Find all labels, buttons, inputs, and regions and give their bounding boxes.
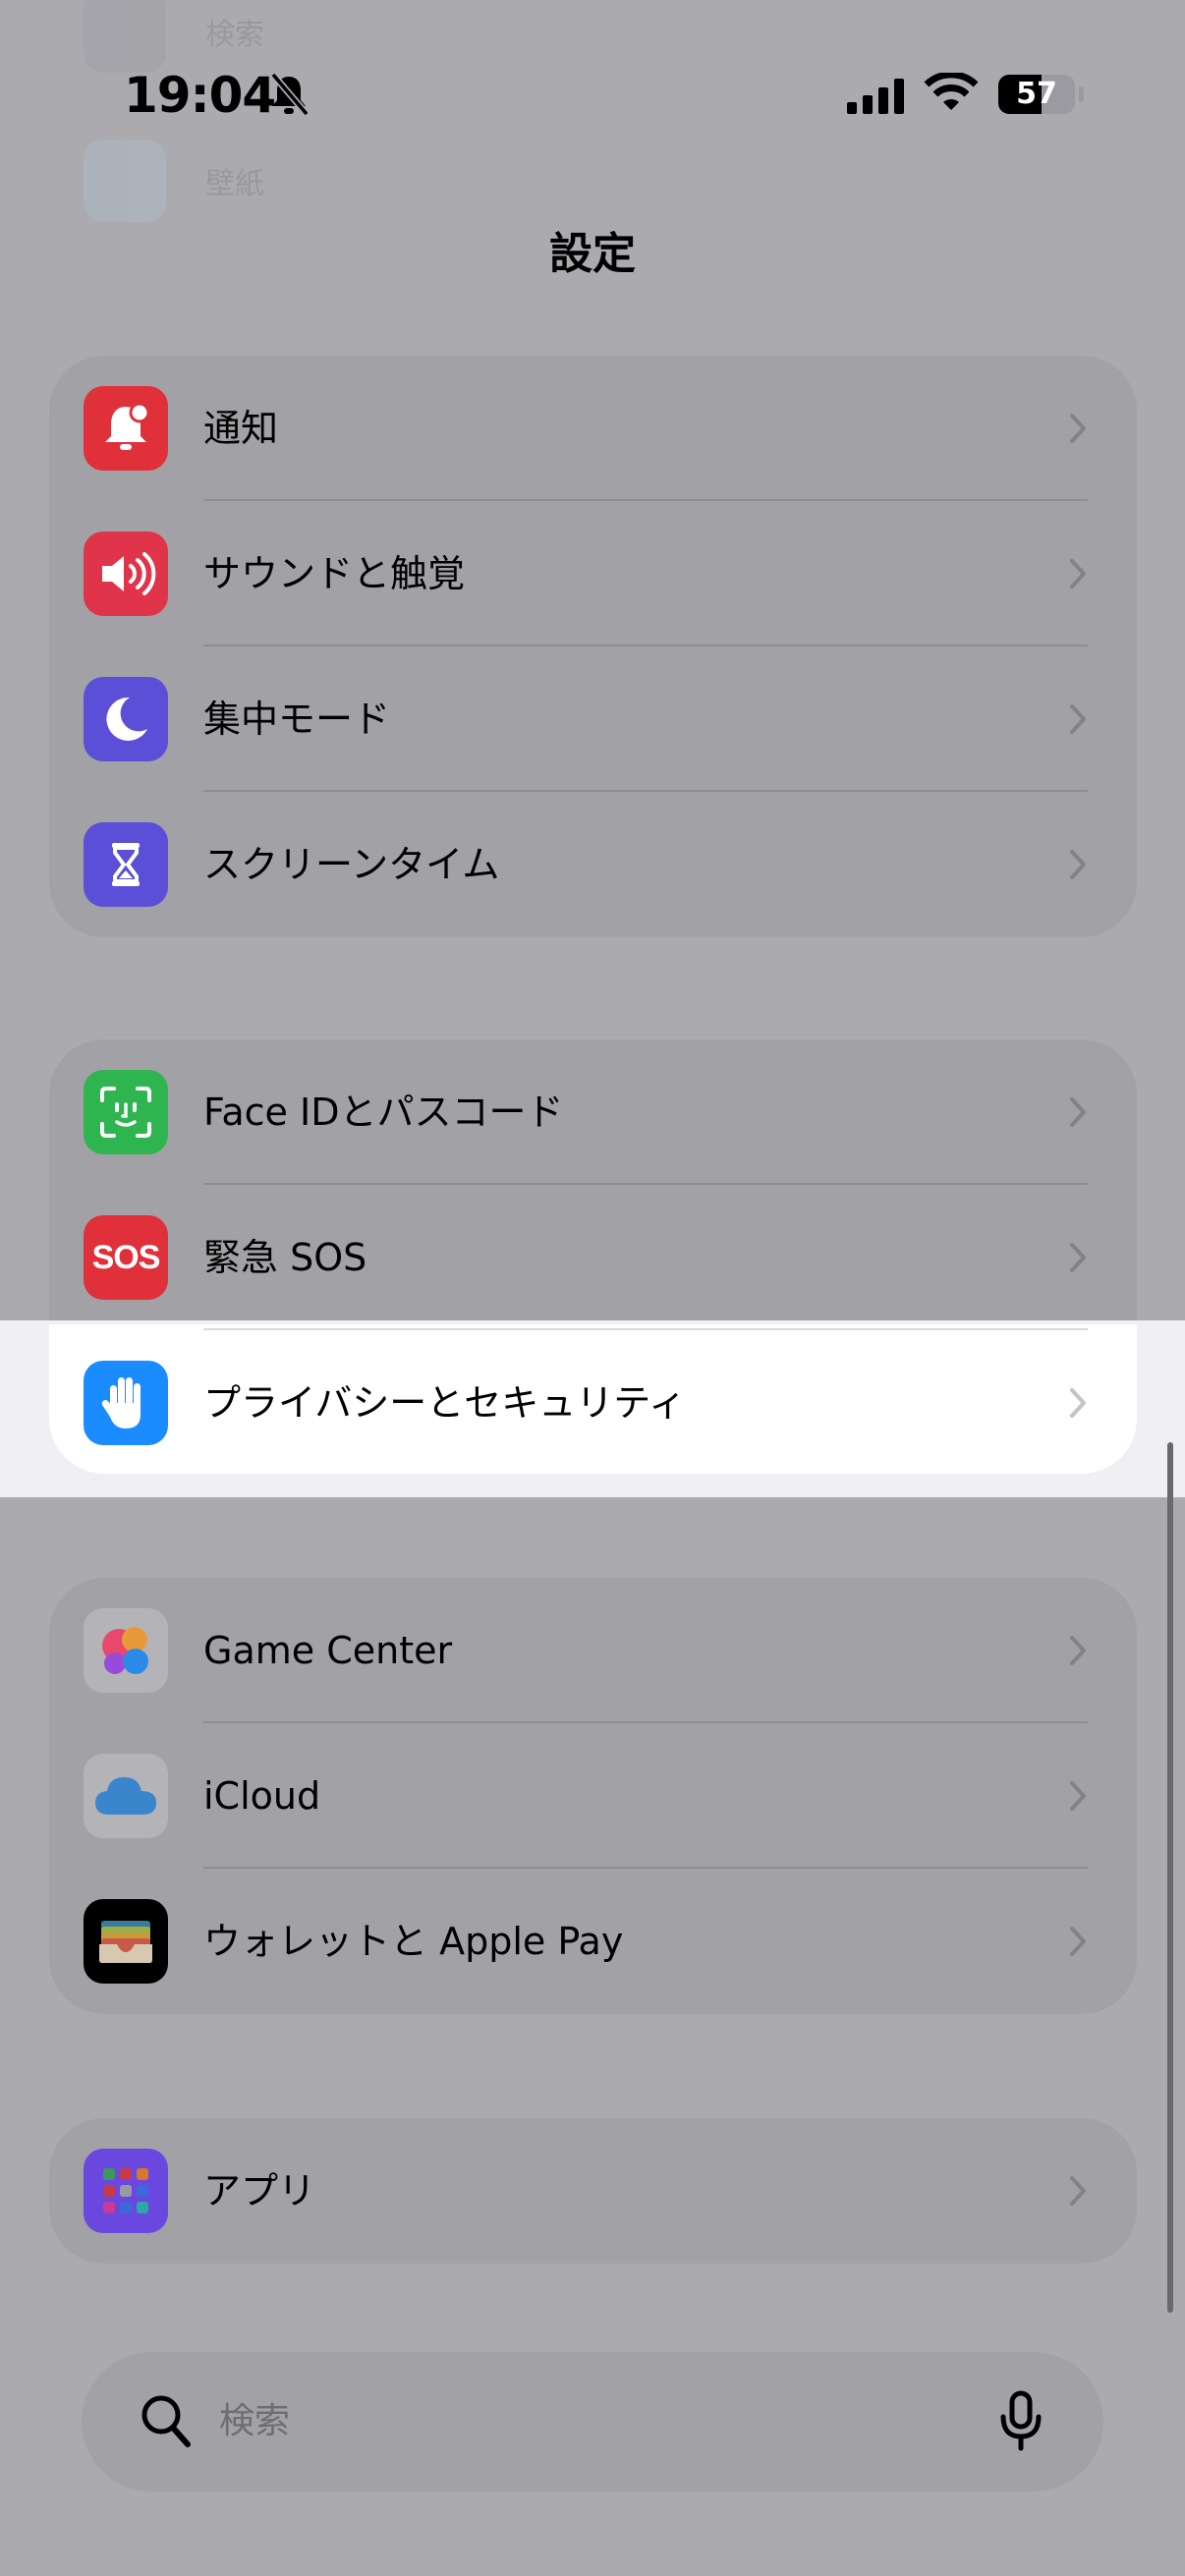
settings-row-label: サウンドと触覚 <box>203 552 466 595</box>
settings-row-apps[interactable]: アプリ <box>49 2118 1137 2264</box>
settings-row-label: プライバシーとセキュリティ <box>203 1381 686 1425</box>
settings-row-face-id[interactable]: Face IDとパスコード <box>49 1039 1137 1185</box>
settings-row-label: 緊急 SOS <box>203 1236 367 1279</box>
page-title: 設定 <box>549 229 636 279</box>
battery-icon: 57 <box>998 75 1075 114</box>
sos-icon-text: SOS <box>91 1238 161 1276</box>
chevron-right-icon <box>1068 558 1088 593</box>
hourglass-icon <box>84 822 168 907</box>
sos-icon: SOS <box>84 1215 168 1300</box>
settings-row-label: アプリ <box>203 2169 316 2212</box>
settings-row-label: スクリーンタイム <box>203 843 500 886</box>
ghost-row-second: 壁紙 <box>84 140 264 222</box>
icloud-icon <box>84 1754 168 1838</box>
settings-row-label: Face IDとパスコード <box>203 1091 564 1134</box>
chevron-right-icon <box>1068 1635 1088 1670</box>
wifi-icon <box>924 71 979 118</box>
bell-slash-icon <box>267 71 310 122</box>
bell-badge-icon <box>84 386 168 471</box>
chevron-right-icon <box>1068 413 1088 448</box>
settings-row-emergency-sos[interactable]: SOS 緊急 SOS <box>49 1185 1137 1330</box>
settings-row-wallet[interactable]: ウォレットと Apple Pay <box>49 1869 1137 2014</box>
battery-cap <box>1079 86 1084 102</box>
speaker-wave-icon <box>84 532 168 616</box>
settings-group-4: アプリ <box>49 2118 1137 2264</box>
settings-row-label: iCloud <box>203 1774 321 1818</box>
chevron-right-icon <box>1068 2175 1088 2211</box>
settings-row-focus[interactable]: 集中モード <box>49 646 1137 792</box>
settings-row-label: 集中モード <box>203 698 391 741</box>
chevron-right-icon <box>1068 1387 1088 1423</box>
chevron-right-icon <box>1068 703 1088 739</box>
settings-row-privacy-security[interactable]: プライバシーとセキュリティ <box>49 1324 1137 1474</box>
chevron-right-icon <box>1068 1096 1088 1132</box>
settings-row-label: ウォレットと Apple Pay <box>203 1920 624 1963</box>
ghost-label: 壁紙 <box>205 167 264 201</box>
hand-raised-icon <box>84 1361 168 1445</box>
ghost-label: 検索 <box>205 18 264 52</box>
chevron-right-icon <box>1068 849 1088 884</box>
search-placeholder: 検索 <box>219 2401 291 2441</box>
scrollbar[interactable] <box>1167 1442 1173 2313</box>
settings-row-label: Game Center <box>203 1629 453 1672</box>
settings-row-game-center[interactable]: Game Center <box>49 1578 1137 1723</box>
chevron-right-icon <box>1068 1926 1088 1961</box>
settings-row-sounds[interactable]: サウンドと触覚 <box>49 501 1137 646</box>
chevron-right-icon <box>1068 1242 1088 1277</box>
battery-percent: 57 <box>1016 77 1057 111</box>
chevron-right-icon <box>1068 1780 1088 1816</box>
cellular-signal-icon <box>847 79 906 118</box>
search-field[interactable]: 検索 <box>82 2352 1103 2492</box>
microphone-icon[interactable] <box>999 2389 1043 2456</box>
status-bar: 19:04 57 <box>0 61 1185 132</box>
settings-group-3: Game Center iCloud ウォレットと Apple Pay <box>49 1578 1137 2014</box>
status-time: 19:04 <box>124 67 276 124</box>
app-grid-icon <box>84 2149 168 2233</box>
game-center-icon <box>84 1608 168 1693</box>
face-id-icon <box>84 1070 168 1154</box>
moon-icon <box>84 677 168 761</box>
ghost-icon <box>84 140 166 222</box>
wallet-icon <box>84 1899 168 1984</box>
settings-group-1: 通知 サウンドと触覚 集中モード スクリーンタイム <box>49 356 1137 937</box>
settings-row-label: 通知 <box>203 407 279 450</box>
settings-row-icloud[interactable]: iCloud <box>49 1723 1137 1869</box>
settings-row-notifications[interactable]: 通知 <box>49 356 1137 501</box>
settings-row-screen-time[interactable]: スクリーンタイム <box>49 792 1137 937</box>
search-icon <box>139 2391 194 2454</box>
